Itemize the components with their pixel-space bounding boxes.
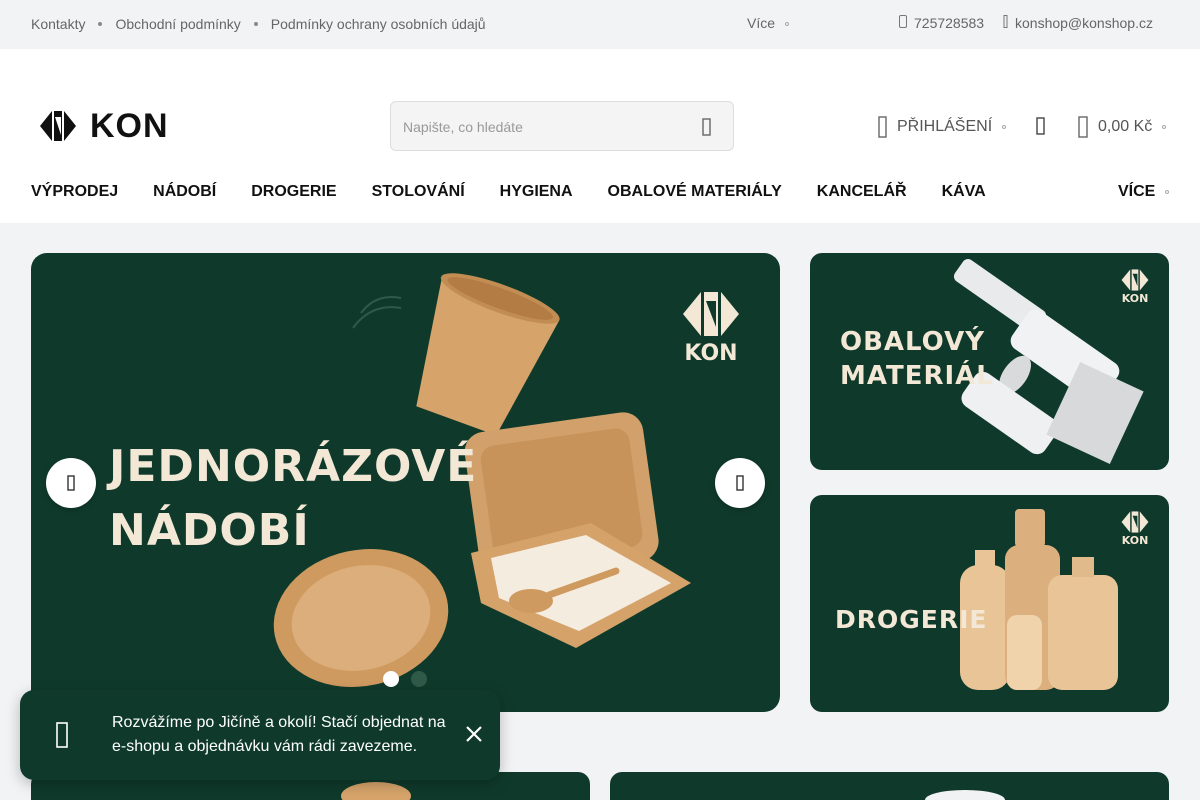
nav-item-stolovani[interactable]: STOLOVÁNÍ [372,183,465,201]
search-icon [702,118,711,136]
banner-drogerie-brand-text: KON [1121,534,1149,547]
nav-item-drogerie[interactable]: DROGERIE [251,183,336,201]
link-ochrana-udaju[interactable]: Podmínky ochrany osobních údajů [271,16,486,32]
phone-icon [899,15,907,31]
slider-dots [383,671,439,687]
banner-obalovy-material[interactable]: OBALOVÝ MATERIÁL KON [810,253,1169,470]
logo-mark-icon [1121,511,1149,533]
logo-mark-icon [1121,269,1149,291]
cart-icon [1078,116,1088,138]
header: KON PŘIHLÁŠENÍ 0,00 Kč VÝPRODEJ NÁDOBÍ D… [0,49,1200,223]
banner-obalovy-title: OBALOVÝ MATERIÁL [840,325,994,393]
nav-more-label: VÍCE [1118,183,1156,200]
banner-obalovy-line2: MATERIÁL [840,361,994,391]
top-email[interactable]: konshop@konshop.cz [1003,15,1153,31]
email-address: konshop@konshop.cz [1015,15,1153,31]
truck-icon [56,722,68,748]
login-label: PŘIHLÁŠENÍ [897,118,993,135]
separator-dot [253,22,258,26]
logo-mark-icon [40,111,76,141]
wishlist-button[interactable] [1036,117,1045,140]
search-box [390,101,734,151]
nav-item-kancelar[interactable]: KANCELÁŘ [817,183,907,201]
nav-item-obalove-materialy[interactable]: OBALOVÉ MATERIÁLY [608,183,782,201]
banner-obalovy-brand-text: KON [1121,292,1149,305]
top-more-label: Více [747,15,776,31]
link-obchodni-podminky[interactable]: Obchodní podmínky [115,16,240,32]
phone-number: 725728583 [914,15,985,31]
hero-brand-logo: KON [683,289,739,366]
logo-text: KON [90,107,169,145]
banner-bottom-illustration [925,790,1005,800]
hero-title-line2: NÁDOBÍ [109,505,310,556]
banner-drogerie-brand-logo: KON [1121,510,1149,547]
search-input[interactable] [403,114,683,140]
slider-next-button[interactable] [715,458,765,508]
banner-bottom-right[interactable] [610,772,1169,800]
logo[interactable]: KON [40,109,169,143]
nav-item-hygiena[interactable]: HYGIENA [500,183,573,201]
hero-brand-text: KON [684,341,738,366]
hero-title-line1: JEDNORÁZOVÉ [109,441,478,492]
chevron-down-icon [1165,189,1170,194]
link-kontakty[interactable]: Kontakty [31,16,85,32]
slider-prev-button[interactable] [46,458,96,508]
nav-more-menu[interactable]: VÍCE [1118,183,1170,201]
chevron-down-icon [1162,125,1167,129]
banner-obalovy-line1: OBALOVÝ [840,327,986,357]
banner-drogerie-title: DROGERIE [835,605,988,634]
main-nav: VÝPRODEJ NÁDOBÍ DROGERIE STOLOVÁNÍ HYGIE… [31,183,1021,201]
user-icon [878,116,887,138]
separator-dot [98,22,103,26]
cart-button[interactable]: 0,00 Kč [1078,116,1167,138]
delivery-toast: Rozvážíme po Jičíně a okolí! Stačí objed… [20,690,500,780]
heart-icon [1036,117,1045,135]
chevron-down-icon [785,22,790,27]
top-bar: Kontakty Obchodní podmínky Podmínky ochr… [0,0,1200,48]
cleaning-products-illustration [960,509,1118,690]
close-icon[interactable] [463,723,485,745]
cart-total: 0,00 Kč [1098,118,1153,135]
nav-item-nadobi[interactable]: NÁDOBÍ [153,183,216,201]
hero-title: JEDNORÁZOVÉ NÁDOBÍ [109,435,589,563]
banner-drogerie[interactable]: DROGERIE KON [810,495,1169,712]
banner-obalovy-brand-logo: KON [1121,268,1149,305]
chevron-down-icon [1002,125,1007,129]
mail-icon [1003,15,1008,31]
nav-item-vyprodej[interactable]: VÝPRODEJ [31,183,118,201]
chevron-right-icon [736,475,744,491]
logo-mark-icon [683,292,739,336]
login-button[interactable]: PŘIHLÁŠENÍ [878,116,1007,138]
top-more-menu[interactable]: Více [747,15,790,31]
slider-dot[interactable] [383,671,399,687]
search-button[interactable] [697,117,717,137]
hero-slider[interactable]: JEDNORÁZOVÉ NÁDOBÍ KON [31,253,780,712]
slider-dot[interactable] [411,671,427,687]
top-links: Kontakty Obchodní podmínky Podmínky ochr… [31,0,486,48]
chevron-left-icon [67,475,75,491]
nav-item-kava[interactable]: KÁVA [942,183,986,201]
top-phone[interactable]: 725728583 [899,15,984,31]
toast-message: Rozvážíme po Jičíně a okolí! Stačí objed… [112,714,446,755]
